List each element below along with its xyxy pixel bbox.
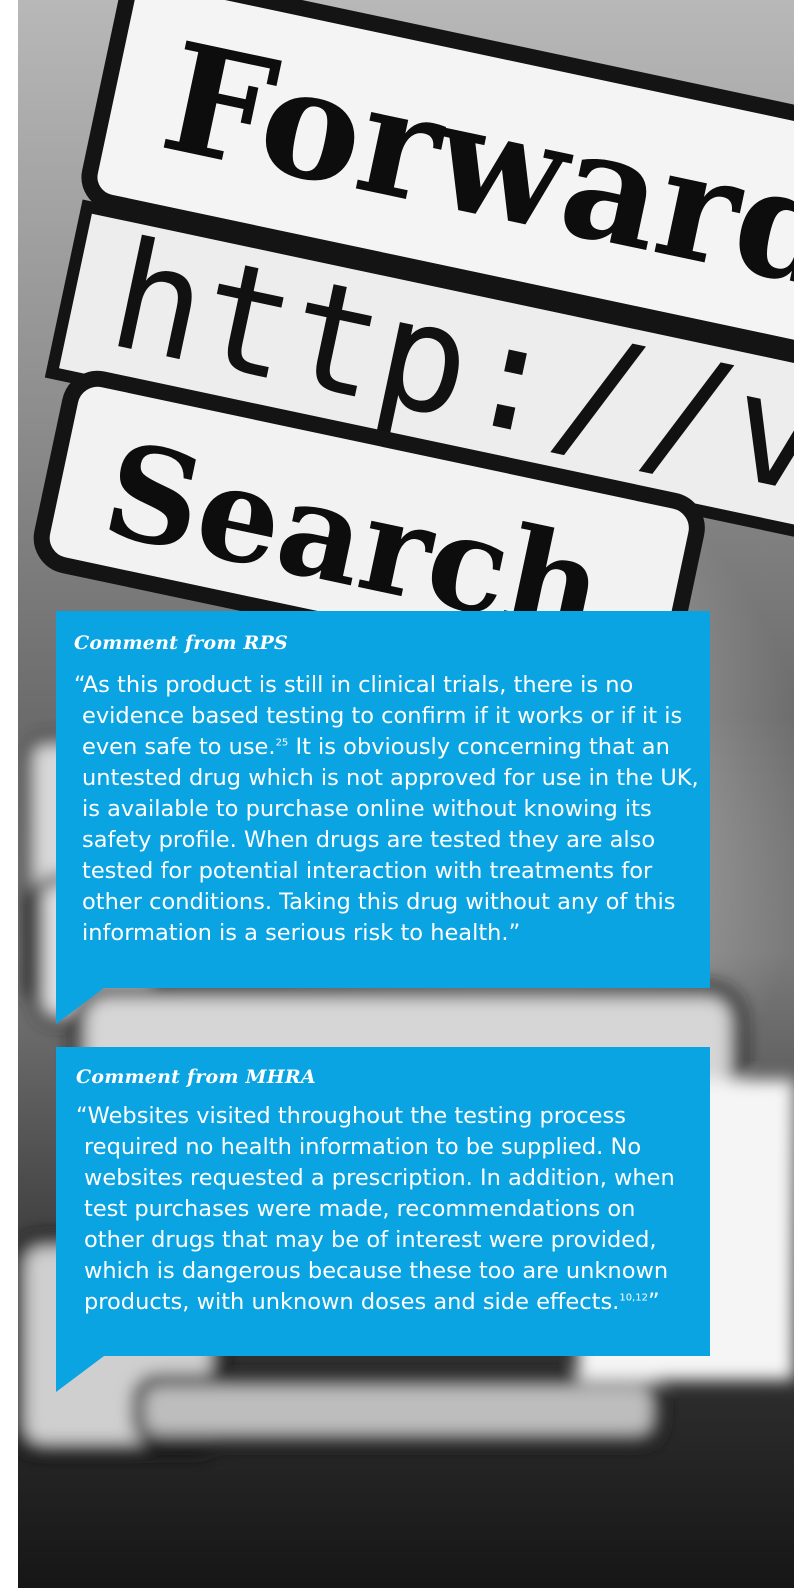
mhra-comment-heading: Comment from MHRA xyxy=(76,1066,316,1088)
mhra-comment-callout: Comment from MHRA “Websites visited thro… xyxy=(56,1047,710,1392)
rps-callout-pointer xyxy=(56,988,104,1024)
rps-comment-reference: 25 xyxy=(275,737,289,749)
mhra-comment-text-part2: ” xyxy=(647,1289,660,1315)
mhra-callout-pointer xyxy=(56,1356,104,1392)
rps-comment-callout: Comment from RPS “As this product is sti… xyxy=(56,611,710,1024)
rps-comment-heading: Comment from RPS xyxy=(74,632,288,654)
rps-comment-text-part2: It is obviously concerning that an untes… xyxy=(82,734,699,946)
mhra-comment-text-part1: “Websites visited throughout the testing… xyxy=(76,1103,675,1315)
mhra-comment-reference: 10,12 xyxy=(619,1292,648,1304)
rps-comment-text: “As this product is still in clinical tr… xyxy=(74,670,700,949)
mhra-comment-text: “Websites visited throughout the testing… xyxy=(76,1101,700,1318)
